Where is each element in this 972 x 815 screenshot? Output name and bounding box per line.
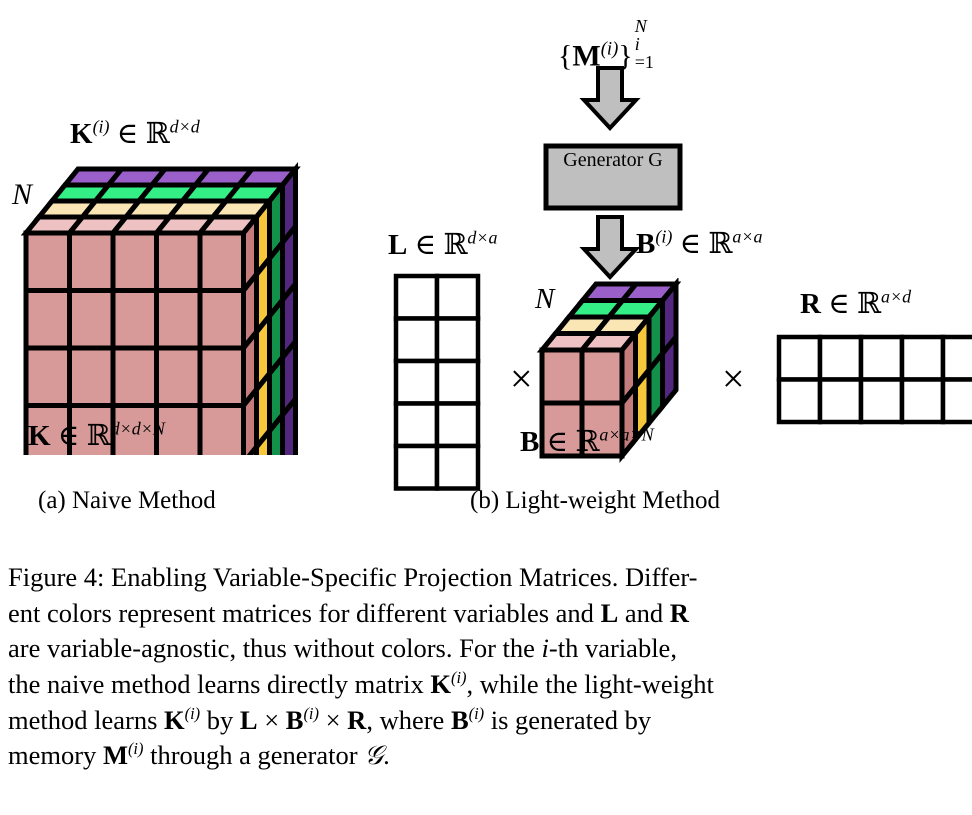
left-matrix-label: L ∈ ℝd×a	[388, 227, 498, 261]
caption-line-5: method learns K(i) by L × B(i) × R, wher…	[8, 703, 652, 735]
caption-line-6: memory M(i) through a generator 𝒢.	[8, 739, 390, 771]
figure-4-container: K(i) ∈ ℝd×d N K ∈ ℝd×d×N (a) Naive Metho…	[0, 0, 972, 815]
core-depth-label-N: N	[535, 283, 555, 315]
panel-a-top-label: K(i) ∈ ℝd×d	[70, 116, 200, 150]
core-label-bottom: B ∈ ℝa×a×N	[520, 424, 654, 458]
core-label-top: B(i) ∈ ℝa×a	[636, 226, 763, 260]
panel-a-subcaption: (a) Naive Method	[38, 487, 216, 514]
panel-a-depth-label-N: N	[12, 178, 33, 211]
naive-method-cube	[20, 161, 301, 455]
generator-box-text: Generator G	[543, 149, 683, 171]
multiply-symbol-right: ×	[722, 356, 745, 401]
right-matrix-label: R ∈ ℝa×d	[800, 286, 912, 320]
figure-caption: Figure 4: Enabling Variable-Specific Pro…	[8, 560, 966, 774]
caption-line-1: Figure 4: Enabling Variable-Specific Pro…	[8, 562, 698, 592]
generator-label-line1: Generator	[563, 149, 644, 171]
arrow-memory-to-generator	[579, 66, 641, 131]
generator-label-line2: G	[648, 149, 663, 171]
memory-set-label: {M(i)} Ni =1	[558, 16, 654, 73]
caption-line-3: are variable-agnostic, thus without colo…	[8, 633, 677, 664]
caption-line-2: ent colors represent matrices for differ…	[8, 597, 689, 628]
right-matrix-R	[776, 334, 972, 425]
panel-b-subcaption: (b) Light-weight Method	[470, 487, 720, 514]
panel-a-bottom-label: K ∈ ℝd×d×N	[28, 418, 165, 452]
left-matrix-L	[393, 273, 481, 491]
caption-line-4: the naive method learns directly matrix …	[8, 668, 714, 699]
